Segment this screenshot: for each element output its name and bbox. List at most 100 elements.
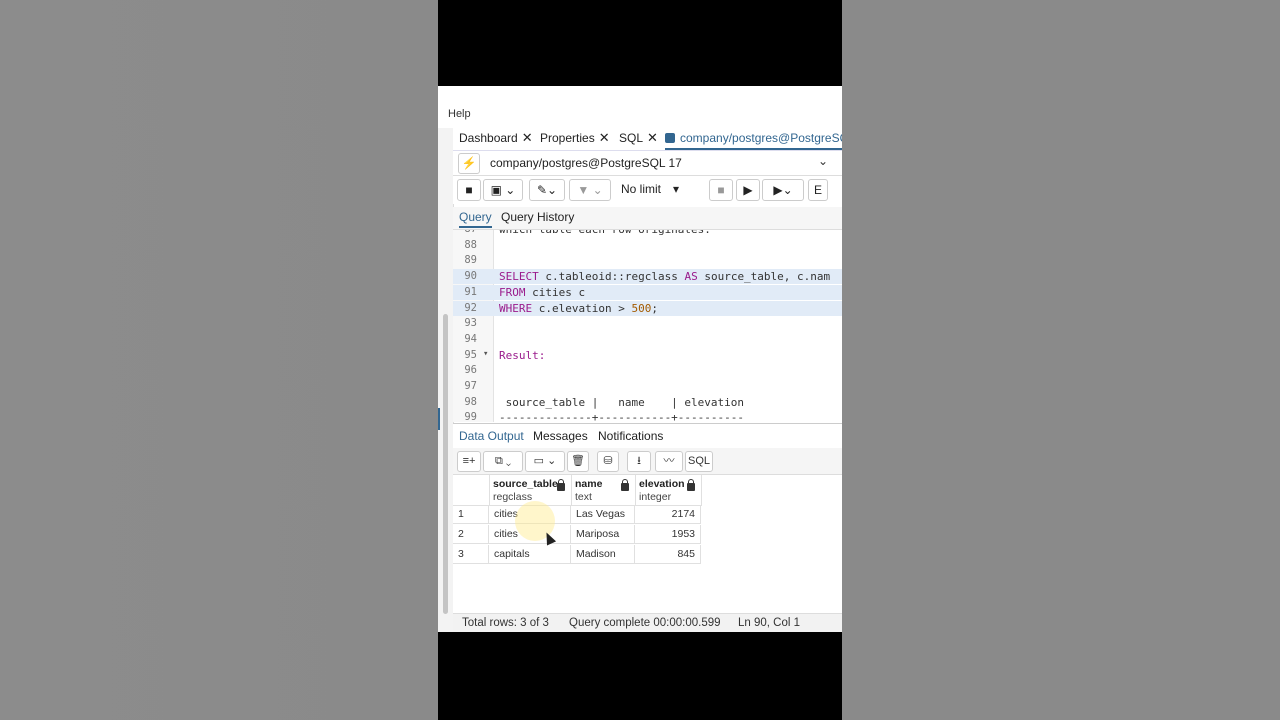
sql-keyword: FROM (499, 285, 526, 299)
editor-tab-bar: Query Query History (453, 207, 842, 230)
code-line[interactable]: 98 source_table | name | elevation (453, 395, 842, 410)
menu-help[interactable]: Help (448, 108, 471, 120)
explain-button[interactable]: ▶⌄ (762, 179, 804, 201)
sql-text: ; (651, 301, 658, 315)
code-line[interactable]: 96 (453, 363, 842, 378)
chevron-down-icon[interactable]: ⌄ (818, 154, 828, 168)
sql-text: c.tableoid::regclass (538, 270, 685, 284)
folder-icon: ■ (465, 183, 473, 197)
row-number: 2 (453, 525, 489, 544)
code-line[interactable]: 95 ▾ Result: (453, 348, 842, 363)
database-icon (665, 133, 675, 143)
code-line[interactable]: 99 --------------+-----------+---------- (453, 410, 842, 422)
code-text: source_table | name | elevation (499, 395, 745, 409)
query-toolbar: ■ ▣ ⌄ ✎⌄ ▼ ⌄ No limit ▾ ■ ▶ ▶⌄ E (453, 176, 842, 204)
cell-name[interactable]: Madison (571, 545, 635, 564)
tab-properties[interactable]: Properties ✕ (540, 128, 610, 148)
table-row[interactable]: 2 cities Mariposa 1953 (453, 525, 701, 545)
tab-properties-label: Properties (540, 131, 595, 145)
fold-toggle-icon[interactable]: ▾ (483, 349, 488, 359)
sql-button[interactable]: SQL (685, 451, 713, 472)
connection-select[interactable]: company/postgres@PostgreSQL 17 (490, 156, 682, 170)
sql-editor[interactable]: 87 which table each row originates: 88 89 90… (453, 230, 842, 422)
code-line[interactable]: 89 (453, 253, 842, 268)
table-row[interactable]: 3 capitals Madison 845 (453, 545, 701, 565)
column-header-name[interactable]: name text (571, 475, 636, 506)
delete-button[interactable]: 🗑 (567, 451, 589, 472)
code-line[interactable]: 91 FROM cities c (453, 284, 842, 300)
tab-data-output[interactable]: Data Output (459, 429, 524, 443)
stop-button[interactable]: ■ (709, 179, 733, 201)
line-chart-icon: 〰 (663, 455, 675, 467)
sql-keyword: WHERE (499, 301, 533, 315)
stop-icon: ■ (717, 183, 725, 197)
code-line[interactable]: 94 (453, 332, 842, 347)
cell-elevation[interactable]: 2174 (635, 505, 701, 524)
lock-icon (687, 479, 695, 491)
code-line[interactable]: 97 (453, 379, 842, 394)
tab-query-tool[interactable]: company/postgres@PostgreSQL (665, 128, 842, 150)
line-number: 95 (464, 348, 477, 361)
sql-keyword: Result: (499, 348, 546, 362)
line-number: 88 (464, 238, 477, 251)
cell-source-table[interactable]: capitals (489, 545, 571, 564)
connection-bar: ⚡ company/postgres@PostgreSQL 17 ⌄ (453, 151, 842, 176)
code-line[interactable]: 90 SELECT c.tableoid::regclass AS source_… (453, 269, 842, 285)
close-icon[interactable]: ✕ (522, 130, 533, 145)
tab-dashboard-label: Dashboard (459, 131, 518, 145)
code-line[interactable]: 87 which table each row originates: (453, 230, 842, 237)
copy-button[interactable]: ⧉ ⌄ (483, 451, 523, 472)
row-number: 3 (453, 545, 489, 564)
cell-elevation[interactable]: 845 (635, 545, 701, 564)
tab-sql[interactable]: SQL ✕ (619, 128, 658, 148)
blurred-background-right (842, 0, 1280, 720)
close-icon[interactable]: ✕ (599, 130, 610, 145)
execute-button[interactable]: ▶ (736, 179, 760, 201)
cell-name[interactable]: Mariposa (571, 525, 635, 544)
column-name: source_table (493, 478, 558, 490)
line-number: 89 (464, 254, 477, 267)
explain-analyze-button[interactable]: E (808, 179, 828, 201)
cell-name[interactable]: Las Vegas (571, 505, 635, 524)
pgadmin-window: Help Dashboard ✕ Properties ✕ SQL ✕ company… (438, 86, 842, 632)
line-number: 99 (464, 411, 477, 422)
cell-elevation[interactable]: 1953 (635, 525, 701, 544)
open-file-button[interactable]: ■ (457, 179, 481, 201)
line-number: 87 (453, 230, 477, 235)
plug-icon[interactable]: ⚡ (458, 153, 480, 174)
tab-notifications[interactable]: Notifications (598, 429, 663, 443)
edit-button[interactable]: ✎⌄ (529, 179, 565, 201)
table-row[interactable]: 1 cities Las Vegas 2174 (453, 505, 701, 525)
sql-text: c.elevation > (532, 301, 632, 315)
tab-dashboard[interactable]: Dashboard ✕ (459, 128, 533, 148)
download-button[interactable]: ⭳ (627, 451, 651, 472)
lock-icon (557, 479, 565, 491)
code-line[interactable]: 88 (453, 238, 842, 253)
sql-text: source_table, c.nam (697, 270, 831, 284)
limit-select[interactable]: No limit ▾ (615, 179, 697, 199)
column-header-elevation[interactable]: elevation integer (635, 475, 702, 506)
download-icon: ⭳ (637, 455, 641, 467)
graph-button[interactable]: 〰 (655, 451, 683, 472)
line-number: 97 (464, 380, 477, 392)
play-step-icon: ▶⌄ (773, 183, 793, 197)
save-file-button[interactable]: ▣ ⌄ (483, 179, 523, 201)
add-row-icon: ≡+ (462, 455, 476, 467)
tab-messages[interactable]: Messages (533, 429, 588, 443)
filter-button[interactable]: ▼ ⌄ (569, 179, 611, 201)
code-text: FROM cities c (499, 286, 585, 299)
save-data-button[interactable]: ⛁ (597, 451, 619, 472)
tab-query[interactable]: Query (459, 210, 492, 228)
paste-button[interactable]: ▭ ⌄ (525, 451, 565, 472)
column-name: name (575, 478, 603, 490)
tab-query-history[interactable]: Query History (501, 210, 574, 224)
close-icon[interactable]: ✕ (647, 130, 658, 145)
explorer-scrollbar[interactable] (443, 314, 448, 614)
explain-icon: E (813, 183, 822, 197)
code-line[interactable]: 92 WHERE c.elevation > 500; (453, 300, 842, 316)
line-number: 93 (464, 317, 477, 330)
code-line[interactable]: 93 (453, 316, 842, 331)
add-row-button[interactable]: ≡+ (457, 451, 481, 472)
line-number: 94 (464, 332, 477, 345)
tab-sql-label: SQL (619, 131, 644, 145)
